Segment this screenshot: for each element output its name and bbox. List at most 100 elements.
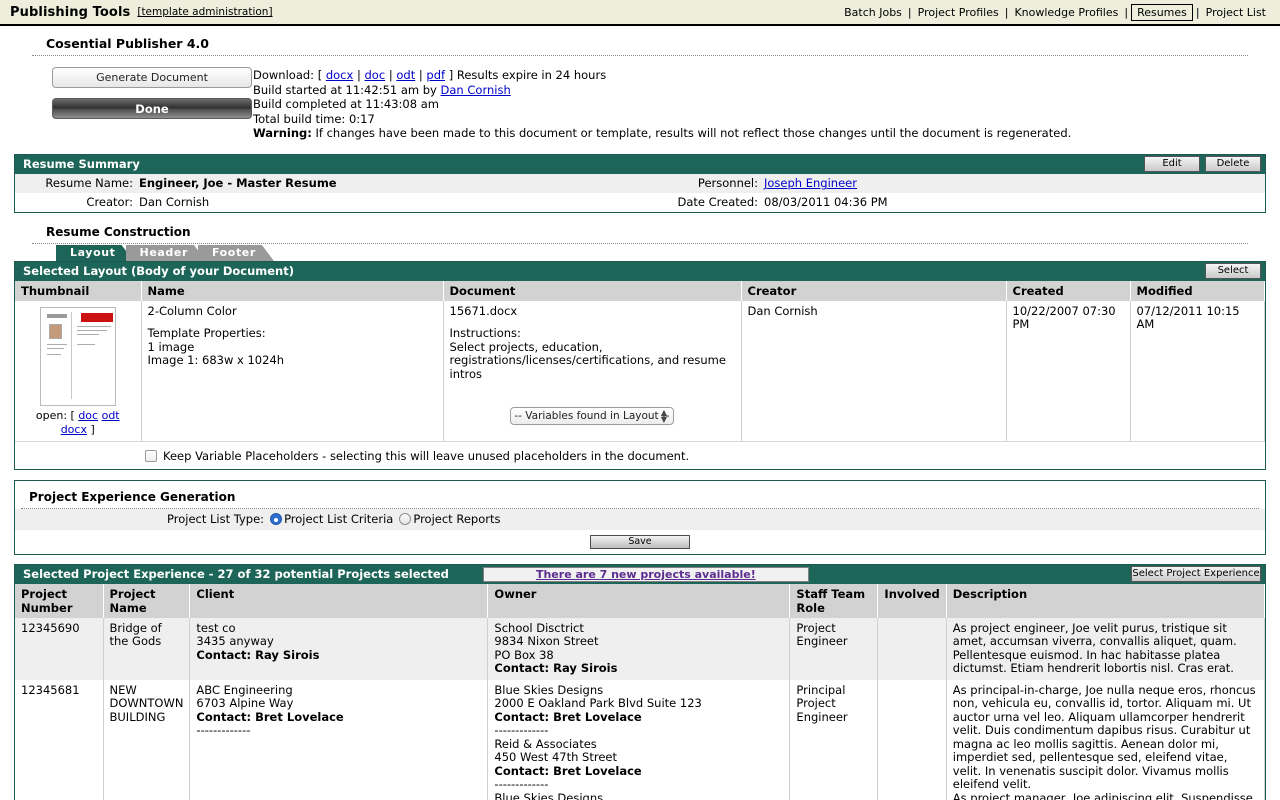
layout-created-cell: 10/22/2007 07:30 PM: [1006, 300, 1131, 441]
client-address: 3435 anyway: [196, 634, 274, 649]
owner-contact: Contact: Bret Lovelace: [494, 709, 783, 725]
open-label: open: [: [35, 408, 75, 422]
layout-name-cell: 2-Column Color Template Properties: 1 im…: [141, 300, 444, 441]
thumb-text-line: [46, 347, 64, 350]
thumb-red-banner: [80, 312, 113, 322]
delete-button[interactable]: Delete: [1205, 156, 1261, 173]
client-separator: -------------: [196, 723, 251, 738]
client-contact: Contact: Bret Lovelace: [196, 709, 481, 725]
select-layout-button[interactable]: Select: [1205, 263, 1261, 280]
selected-layout-panel: Selected Layout (Body of your Document) …: [14, 260, 1266, 470]
build-button-column: Generate Document Done: [38, 67, 253, 141]
new-projects-link[interactable]: There are 7 new projects available!: [536, 568, 756, 581]
radio-project-list-criteria-label: Project List Criteria: [284, 512, 394, 527]
layout-table: Thumbnail Name Document Creator Created …: [15, 280, 1265, 441]
resume-construction-label: Resume Construction: [46, 224, 191, 239]
download-expiry-text: ] Results expire in 24 hours: [448, 68, 607, 82]
build-area: Generate Document Done Download: [ docx …: [14, 56, 1266, 145]
layout-document-name: 15671.docx: [449, 303, 518, 318]
build-completed-line: Build completed at 11:43:08 am: [253, 97, 439, 112]
project-experience-title: Selected Project Experience - 27 of 32 p…: [23, 567, 449, 582]
instructions-text: Select projects, education, registration…: [449, 339, 726, 381]
radio-project-list-criteria[interactable]: [270, 513, 283, 526]
selected-layout-actions: Select: [1205, 263, 1261, 280]
download-odt-link[interactable]: odt: [396, 68, 415, 82]
col-involved: Involved: [877, 583, 947, 618]
date-created-label: Date Created:: [677, 195, 758, 210]
generate-document-button[interactable]: Generate Document: [52, 67, 252, 88]
select-project-experience-button[interactable]: Select Project Experience: [1131, 566, 1261, 583]
personnel-value: Joseph Engineer: [764, 176, 857, 190]
personnel-link[interactable]: Joseph Engineer: [764, 176, 857, 190]
open-docx-link[interactable]: docx: [61, 423, 87, 436]
project-number: 12345681: [15, 679, 104, 800]
nav-project-list[interactable]: Project List: [1200, 6, 1272, 19]
project-generation-title: Project Experience Generation: [29, 489, 236, 504]
col-modified: Modified: [1130, 280, 1265, 301]
col-project-number: Project Number: [15, 583, 104, 618]
project-role: Project Engineer: [789, 617, 879, 680]
nav-knowledge-profiles[interactable]: Knowledge Profiles: [1008, 6, 1124, 19]
client-contact-text: Contact: Ray Sirois: [196, 647, 320, 662]
col-project-name: Project Name: [103, 583, 191, 618]
resume-summary-grid: Resume Name: Engineer, Joe - Master Resu…: [15, 173, 1265, 212]
open-odt-link[interactable]: odt: [102, 409, 120, 422]
layout-table-row: open: [ doc odt docx ] 2-Column Color Te…: [15, 300, 1265, 441]
keep-placeholders-checkbox[interactable]: [145, 449, 157, 462]
variables-found-select[interactable]: -- Variables found in Layout -- ▲ ▼: [510, 407, 674, 426]
resume-summary-left: Resume Name: Engineer, Joe - Master Resu…: [15, 173, 640, 212]
new-projects-banner[interactable]: There are 7 new projects available!: [482, 566, 809, 582]
project-client: test co 3435 anyway Contact: Ray Sirois: [189, 617, 489, 680]
download-docx-link[interactable]: docx: [326, 68, 353, 82]
owner-address: 9834 Nixon Street: [494, 634, 599, 649]
app-brand: Publishing Tools: [10, 4, 131, 20]
edit-button[interactable]: Edit: [1144, 156, 1200, 173]
nav-project-profiles[interactable]: Project Profiles: [912, 6, 1005, 19]
project-table-header-row: Project Number Project Name Client Owner…: [15, 583, 1266, 618]
template-administration-link[interactable]: [template administration]: [137, 6, 272, 18]
tab-header[interactable]: Header: [126, 245, 206, 261]
col-owner: Owner: [487, 583, 791, 618]
owner-contact-text: Contact: Ray Sirois: [494, 661, 618, 676]
table-row: 12345681 NEW DOWNTOWN BUILDING ABC Engin…: [15, 679, 1266, 800]
thumb-logo: [46, 313, 67, 318]
warning-text: If changes have been made to this docume…: [315, 126, 1072, 141]
instructions-label: Instructions:: [449, 326, 521, 341]
nav-batch-jobs[interactable]: Batch Jobs: [838, 6, 908, 19]
thumb-text-line: [76, 343, 95, 346]
download-doc-link[interactable]: doc: [365, 68, 386, 82]
save-row: Save: [15, 530, 1265, 554]
done-button[interactable]: Done: [52, 98, 252, 119]
project-number: 12345690: [15, 617, 104, 680]
client-company: test co: [196, 620, 236, 635]
warning-label: Warning:: [253, 126, 312, 141]
top-navigation: Batch Jobs | Project Profiles | Knowledg…: [838, 3, 1272, 21]
thumbnail-open-links: open: [ doc odt docx ]: [21, 406, 135, 437]
template-property-images: 1 image: [147, 339, 195, 354]
thumb-text-line: [46, 343, 67, 346]
tab-layout[interactable]: Layout: [56, 245, 134, 261]
save-button[interactable]: Save: [590, 534, 690, 549]
thumb-text-line: [76, 329, 107, 332]
layout-thumbnail-image[interactable]: [39, 306, 116, 406]
resume-summary-header: Resume Summary Edit Delete: [15, 154, 1265, 174]
nav-resumes[interactable]: Resumes: [1131, 3, 1193, 21]
owner-contact-text: Contact: Bret Lovelace: [494, 709, 642, 724]
thumbnail-cell: open: [ doc odt docx ]: [15, 300, 142, 441]
nav-separator: |: [1124, 5, 1129, 19]
thumb-text-line: [76, 325, 111, 328]
project-experience-panel: Selected Project Experience - 27 of 32 p…: [14, 563, 1266, 800]
page-title: Cosential Publisher 4.0: [46, 36, 209, 51]
radio-project-reports[interactable]: [399, 513, 412, 526]
tab-footer[interactable]: Footer: [198, 245, 274, 261]
resume-summary-panel: Resume Summary Edit Delete Resume Name: …: [14, 153, 1266, 213]
resume-name-value: Engineer, Joe - Master Resume: [139, 176, 337, 191]
open-doc-link[interactable]: doc: [78, 409, 98, 422]
selected-layout-title: Selected Layout (Body of your Document): [23, 264, 294, 279]
client-contact-text: Contact: Bret Lovelace: [196, 709, 344, 724]
table-row: 12345690 Bridge of the Gods test co 3435…: [15, 617, 1266, 680]
download-pdf-link[interactable]: pdf: [426, 68, 445, 82]
build-user-link[interactable]: Dan Cornish: [441, 83, 511, 97]
layout-name: 2-Column Color: [147, 303, 237, 318]
layout-modified-cell: 07/12/2011 10:15 AM: [1130, 300, 1265, 441]
